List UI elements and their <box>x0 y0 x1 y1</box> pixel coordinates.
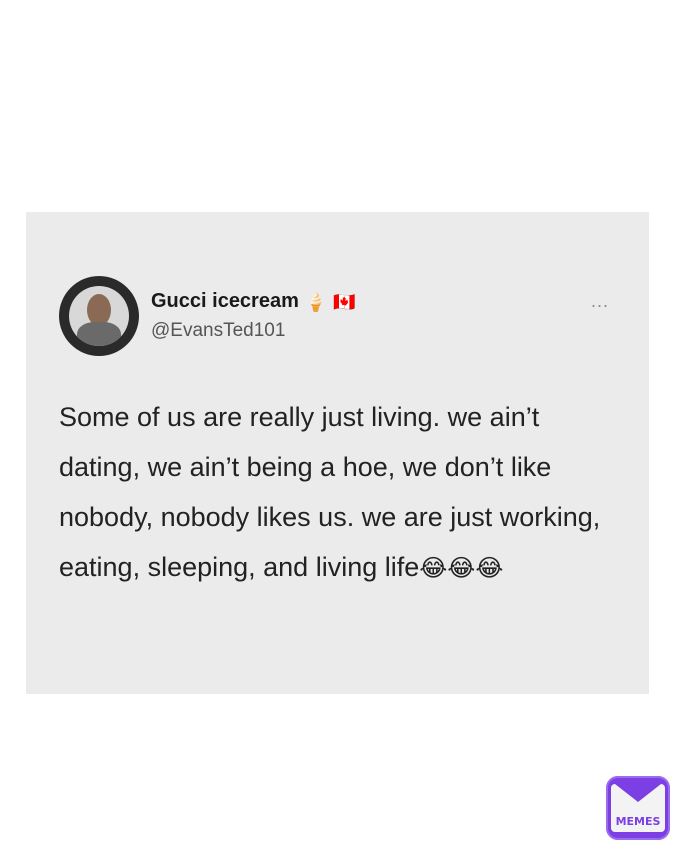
display-name[interactable]: Gucci icecream <box>151 290 299 313</box>
user-handle[interactable]: @EvansTed101 <box>151 320 285 342</box>
avatar[interactable] <box>59 276 139 356</box>
ice-cream-emoji: 🍦 <box>304 291 328 312</box>
tweet-body: Some of us are really just living. we ai… <box>59 402 601 582</box>
avatar-photo <box>69 286 129 346</box>
display-name-row: Gucci icecream 🍦 🇨🇦 <box>151 290 356 313</box>
tweet-text: Some of us are really just living. we ai… <box>59 392 619 594</box>
canada-flag-emoji: 🇨🇦 <box>333 291 356 312</box>
more-options-icon[interactable]: ... <box>591 292 609 310</box>
memes-logo-icon[interactable]: MEMES <box>606 776 670 840</box>
memes-logo-label: MEMES <box>615 815 661 828</box>
laughing-emoji: 😂😂😂 <box>419 555 504 582</box>
tweet-card: Gucci icecream 🍦 🇨🇦 @EvansTed101 ... Som… <box>26 212 649 694</box>
